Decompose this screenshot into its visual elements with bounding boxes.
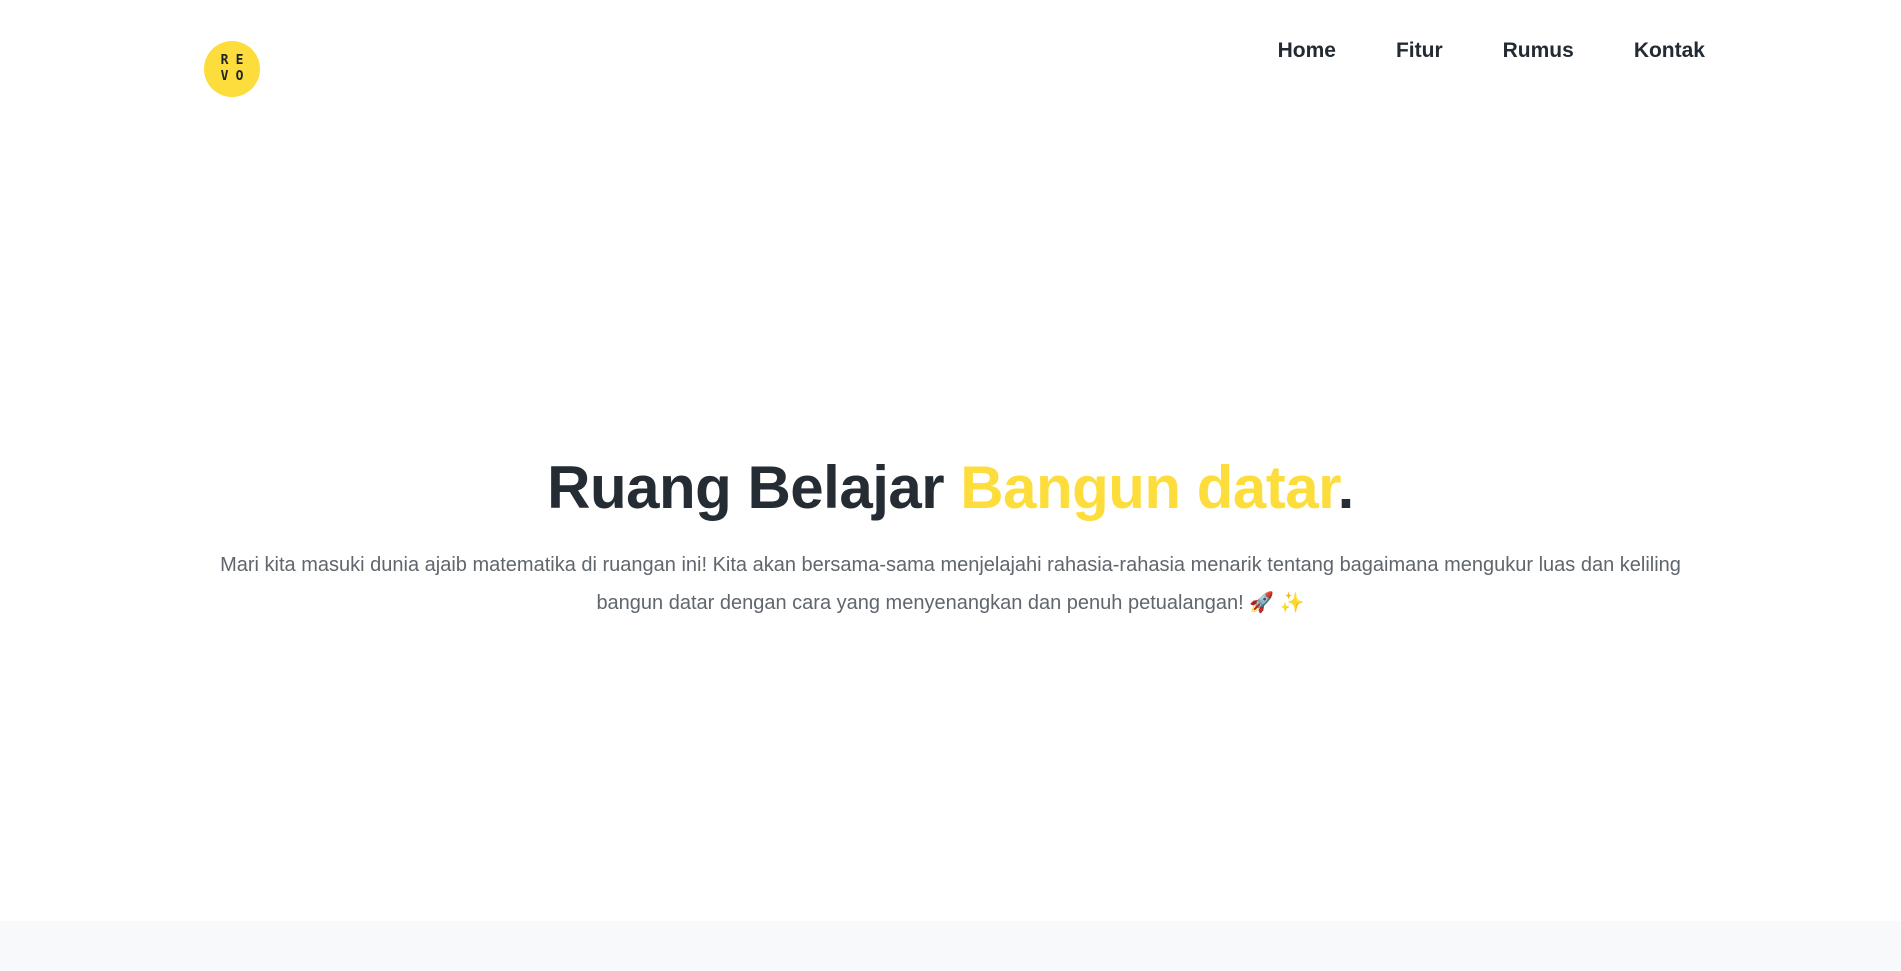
logo-letter: E — [235, 53, 244, 68]
page: R E V O Home Fitur Rumus Kontak Ruang Be… — [0, 0, 1901, 971]
next-section-strip — [0, 921, 1901, 971]
logo-letter: V — [220, 69, 229, 84]
hero-title: Ruang Belajar Bangun datar. — [0, 440, 1901, 536]
logo-letters: R E V O — [217, 53, 247, 85]
logo[interactable]: R E V O — [204, 41, 260, 97]
navbar: R E V O Home Fitur Rumus Kontak — [0, 0, 1901, 110]
hero-description: Mari kita masuki dunia ajaib matematika … — [220, 554, 1681, 614]
logo-letter: O — [235, 69, 244, 84]
nav-link-fitur[interactable]: Fitur — [1396, 36, 1443, 66]
nav-link-kontak[interactable]: Kontak — [1634, 36, 1705, 66]
hero-title-end: . — [1337, 454, 1355, 521]
logo-letter: R — [220, 53, 229, 68]
hero-title-accent: Bangun datar — [960, 454, 1338, 521]
nav-link-home[interactable]: Home — [1278, 36, 1336, 66]
hero-section: Ruang Belajar Bangun datar. Mari kita ma… — [0, 440, 1901, 622]
main-nav: Home Fitur Rumus Kontak — [1218, 36, 1705, 66]
hero-title-main: Ruang Belajar — [547, 454, 961, 521]
nav-link-rumus[interactable]: Rumus — [1503, 36, 1574, 66]
